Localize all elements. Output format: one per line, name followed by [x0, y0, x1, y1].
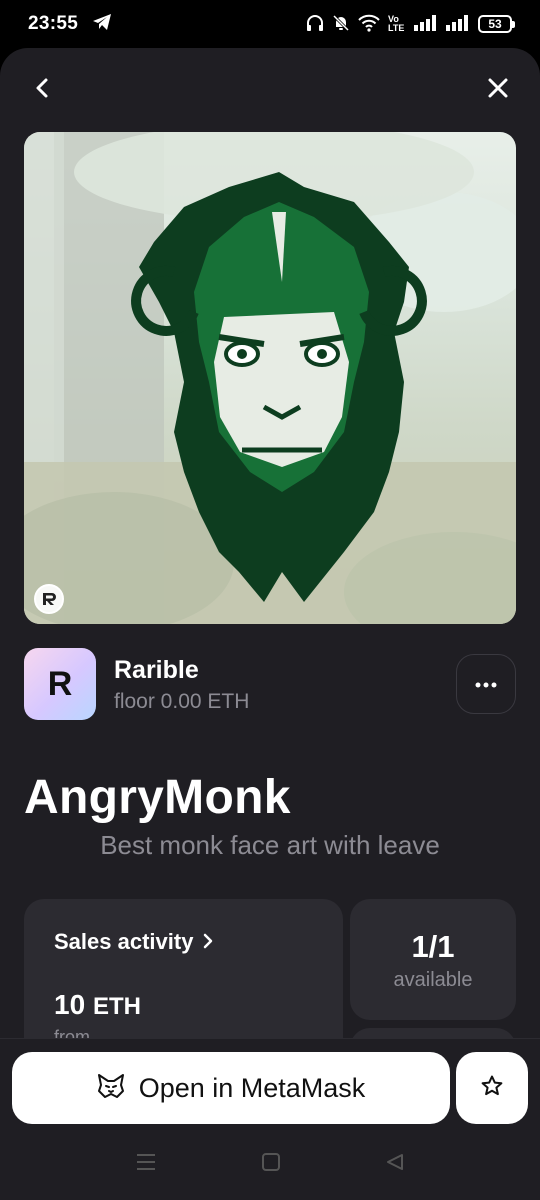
- collection-floor-price: floor 0.00 ETH: [114, 690, 250, 713]
- signal-icon: [446, 14, 470, 34]
- open-in-metamask-label: Open in MetaMask: [138, 1072, 366, 1103]
- more-horizontal-icon: [475, 675, 497, 693]
- nft-title: AngryMonk: [24, 771, 291, 824]
- available-value: 1/1: [411, 929, 455, 964]
- sales-unit: ETH: [92, 993, 141, 1020]
- menu-icon[interactable]: [135, 1152, 157, 1177]
- signal-icon: [414, 14, 438, 34]
- wifi-icon: [358, 14, 380, 35]
- close-button[interactable]: [478, 70, 518, 110]
- sales-activity-label: Sales activity: [54, 929, 194, 954]
- favorite-button[interactable]: [456, 1052, 528, 1124]
- chevron-left-icon: [34, 77, 50, 104]
- collection-row[interactable]: R Rarible floor 0.00 ETH: [24, 648, 516, 720]
- volte-label: Vo LTE: [388, 14, 405, 33]
- rarible-logo-icon: R: [47, 664, 73, 703]
- nft-description: Best monk face art with leave: [100, 830, 440, 860]
- open-in-metamask-button[interactable]: Open in MetaMask: [12, 1052, 450, 1124]
- home-icon[interactable]: [261, 1152, 281, 1177]
- chevron-right-icon: [203, 929, 213, 955]
- more-options-button[interactable]: [456, 654, 516, 714]
- back-triangle-icon[interactable]: [385, 1152, 405, 1177]
- sales-activity-link[interactable]: Sales activity: [54, 929, 313, 955]
- status-bar: 23:55 Vo LTE 53: [0, 0, 540, 48]
- system-nav-bar: [0, 1139, 540, 1189]
- nft-detail-sheet: R Rarible floor 0.00 ETH AngryMonk Best …: [0, 48, 540, 1200]
- sales-activity-card[interactable]: Sales activity 10 ETH from: [24, 899, 343, 1059]
- telegram-icon: [92, 13, 112, 36]
- metamask-fox-icon: [97, 1073, 125, 1104]
- star-icon: [480, 1074, 504, 1103]
- sales-value: 10 ETH: [54, 989, 141, 1020]
- collection-logo: R: [24, 648, 96, 720]
- collection-name: Rarible: [114, 656, 199, 684]
- bell-off-icon: [332, 14, 350, 35]
- availability-card: 1/1 available: [350, 899, 516, 1020]
- nft-artwork: [24, 132, 516, 624]
- bottom-action-bar: Open in MetaMask: [0, 1038, 540, 1200]
- status-time: 23:55: [28, 13, 79, 34]
- back-button[interactable]: [22, 70, 62, 110]
- headphones-icon: [306, 14, 324, 35]
- available-label: available: [393, 969, 473, 991]
- top-bar: [0, 48, 540, 132]
- battery-indicator: 53: [478, 15, 515, 33]
- rarible-mark-icon: [34, 584, 64, 614]
- nft-image[interactable]: [24, 132, 516, 624]
- close-icon: [487, 77, 509, 104]
